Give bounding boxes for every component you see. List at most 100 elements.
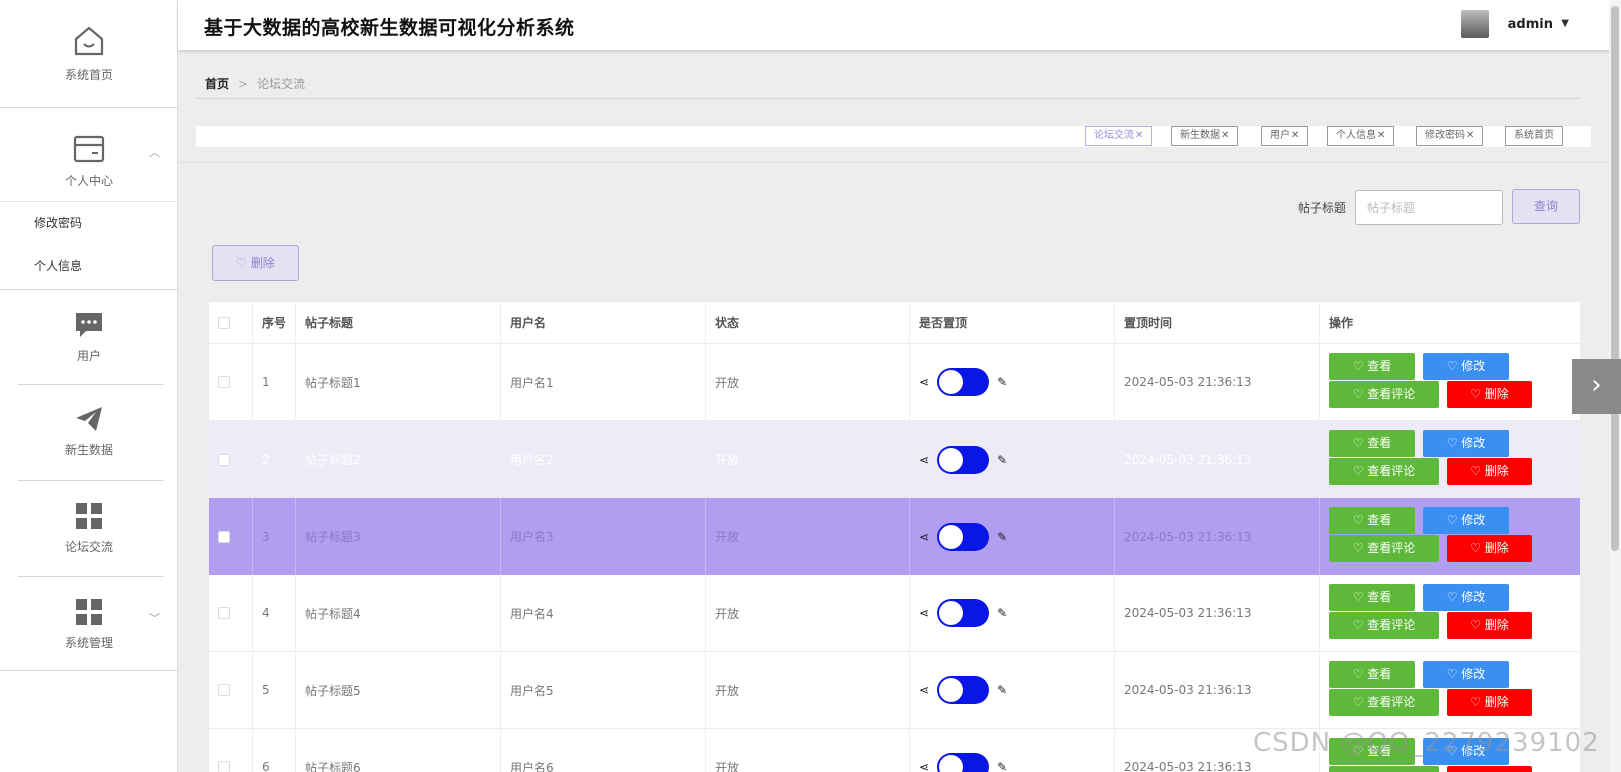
delete-button[interactable]: ♡ 删除: [1447, 689, 1532, 716]
edit-button-label: 修改: [1461, 590, 1486, 604]
pen-icon[interactable]: ✎: [997, 375, 1007, 389]
close-icon[interactable]: ✕: [1466, 130, 1474, 141]
view-comments-button[interactable]: ♡ 查看评论: [1329, 381, 1439, 408]
delete-button[interactable]: ♡ 删除: [1447, 381, 1532, 408]
checkbox[interactable]: [218, 376, 230, 388]
cell-user: 用户名3: [501, 498, 706, 575]
row-select-cell[interactable]: [209, 729, 253, 772]
view-button[interactable]: ♡ 查看: [1329, 584, 1415, 611]
tag-personal-info[interactable]: 个人信息✕: [1327, 126, 1395, 146]
sidebar-item-personal-label: 个人中心: [64, 174, 113, 188]
cell-pin-time: 2024-05-03 21:36:13: [1115, 498, 1320, 575]
header-select-all[interactable]: [209, 302, 253, 343]
share-icon[interactable]: ⋖: [919, 453, 929, 467]
sidebar-item-forum[interactable]: 论坛交流: [0, 502, 178, 555]
share-icon[interactable]: ⋖: [919, 530, 929, 544]
pen-icon[interactable]: ✎: [997, 683, 1007, 697]
delete-button-label: 删除: [1484, 618, 1509, 632]
pin-toggle[interactable]: [937, 445, 990, 474]
table-row[interactable]: 3 帖子标题3 用户名3 开放 ⋖ ✎ 2024-05-03 21:36:13 ♡ 查看 ♡ 修…: [209, 498, 1580, 575]
heart-icon: ♡: [1352, 513, 1368, 527]
chevron-right-icon[interactable]: ›: [1572, 359, 1621, 414]
pin-toggle[interactable]: [937, 676, 990, 704]
scrollbar-thumb[interactable]: [1611, 6, 1619, 551]
view-comments-button[interactable]: ♡ 查看评论: [1329, 766, 1439, 772]
checkbox[interactable]: [218, 684, 230, 696]
user-name[interactable]: admin: [1508, 17, 1553, 32]
cell-pinned: ⋖ ✎: [910, 652, 1115, 728]
edit-button[interactable]: ♡ 修改: [1423, 584, 1509, 611]
tag-forum[interactable]: 论坛交流✕: [1085, 126, 1153, 146]
header-title: 帖子标题: [296, 302, 501, 343]
pen-icon[interactable]: ✎: [997, 453, 1007, 467]
sidebar-item-users[interactable]: 用户: [0, 311, 178, 364]
edit-button[interactable]: ♡ 修改: [1423, 507, 1509, 534]
pen-icon[interactable]: ✎: [997, 606, 1007, 620]
share-icon[interactable]: ⋖: [919, 375, 929, 389]
search-button[interactable]: 查询: [1512, 189, 1580, 224]
view-button[interactable]: ♡ 查看: [1329, 430, 1415, 457]
close-icon[interactable]: ✕: [1135, 130, 1143, 141]
table-row[interactable]: 2 帖子标题2 用户名2 开放 ⋖ ✎ 2024-05-03 21:36:13 ♡ 查看 ♡ 修…: [209, 421, 1580, 498]
tag-new-data[interactable]: 新生数据✕: [1171, 126, 1239, 146]
tag-change-password[interactable]: 修改密码✕: [1416, 126, 1484, 146]
table-row[interactable]: 4 帖子标题4 用户名4 开放 ⋖ ✎ 2024-05-03 21:36:13 ♡ 查看 ♡ 修…: [209, 575, 1580, 652]
close-icon[interactable]: ✕: [1377, 130, 1385, 141]
delete-button[interactable]: ♡ 删除: [1447, 612, 1532, 639]
sidebar-item-home[interactable]: 系统首页: [0, 24, 178, 83]
checkbox[interactable]: [218, 453, 230, 466]
view-button[interactable]: ♡ 查看: [1329, 507, 1415, 534]
row-select-cell[interactable]: [209, 652, 253, 728]
row-select-cell[interactable]: [209, 344, 253, 420]
delete-button[interactable]: ♡ 删除: [1447, 535, 1532, 562]
view-button[interactable]: ♡ 查看: [1329, 661, 1415, 688]
edit-button[interactable]: ♡ 修改: [1423, 430, 1509, 457]
row-select-cell[interactable]: [209, 498, 253, 575]
pin-toggle[interactable]: [937, 599, 990, 627]
delete-button[interactable]: ♡ 删除: [1447, 458, 1532, 485]
view-comments-button[interactable]: ♡ 查看评论: [1329, 458, 1439, 485]
checkbox[interactable]: [218, 530, 230, 543]
checkbox[interactable]: [218, 607, 230, 619]
tag-users[interactable]: 用户✕: [1261, 126, 1309, 146]
search-input[interactable]: [1355, 190, 1503, 225]
avatar[interactable]: [1461, 10, 1489, 38]
sidebar-item-personal[interactable]: 个人中心 ︿: [0, 134, 178, 189]
delete-button[interactable]: ♡ 删除: [1447, 766, 1532, 772]
pin-toggle[interactable]: [937, 753, 990, 772]
table-row[interactable]: 1 帖子标题1 用户名1 开放 ⋖ ✎ 2024-05-03 21:36:13 ♡ 查看 ♡ 修…: [209, 344, 1580, 421]
close-icon[interactable]: ✕: [1221, 130, 1229, 141]
pin-toggle[interactable]: [937, 522, 990, 551]
sidebar-item-personal-info[interactable]: 个人信息: [34, 257, 82, 274]
table-row[interactable]: 5 帖子标题5 用户名5 开放 ⋖ ✎ 2024-05-03 21:36:13 ♡ 查看 ♡ 修…: [209, 652, 1580, 729]
pen-icon[interactable]: ✎: [997, 530, 1007, 544]
checkbox[interactable]: [218, 761, 230, 772]
view-comments-button[interactable]: ♡ 查看评论: [1329, 535, 1439, 562]
close-icon[interactable]: ✕: [1291, 130, 1299, 141]
cell-status: 开放: [706, 344, 910, 420]
pin-toggle[interactable]: [937, 368, 990, 396]
tag-home[interactable]: 系统首页: [1505, 126, 1563, 146]
sidebar-item-home-label: 系统首页: [64, 68, 113, 82]
share-icon[interactable]: ⋖: [919, 683, 929, 697]
row-select-cell[interactable]: [209, 575, 253, 651]
cell-user: 用户名4: [501, 575, 706, 651]
view-comments-button[interactable]: ♡ 查看评论: [1329, 689, 1439, 716]
sidebar-item-system[interactable]: 系统管理 ﹀: [0, 598, 178, 651]
pen-icon[interactable]: ✎: [997, 760, 1007, 772]
tags-bar: 论坛交流✕ 新生数据✕ 用户✕ 个人信息✕ 修改密码✕ 系统首页: [196, 126, 1591, 147]
edit-button[interactable]: ♡ 修改: [1423, 661, 1509, 688]
edit-button[interactable]: ♡ 修改: [1423, 353, 1509, 380]
checkbox[interactable]: [218, 316, 230, 329]
caret-down-icon[interactable]: ▼: [1561, 18, 1569, 29]
bulk-delete-button[interactable]: ♡ 删除: [212, 245, 299, 281]
sidebar-item-new-data[interactable]: 新生数据: [0, 405, 178, 458]
breadcrumb-home[interactable]: 首页: [205, 77, 229, 91]
view-button-label: 查看: [1367, 513, 1392, 527]
view-button[interactable]: ♡ 查看: [1329, 353, 1415, 380]
view-comments-button[interactable]: ♡ 查看评论: [1329, 612, 1439, 639]
sidebar-item-change-password[interactable]: 修改密码: [34, 214, 82, 231]
row-select-cell[interactable]: [209, 421, 253, 498]
share-icon[interactable]: ⋖: [919, 760, 929, 772]
share-icon[interactable]: ⋖: [919, 606, 929, 620]
